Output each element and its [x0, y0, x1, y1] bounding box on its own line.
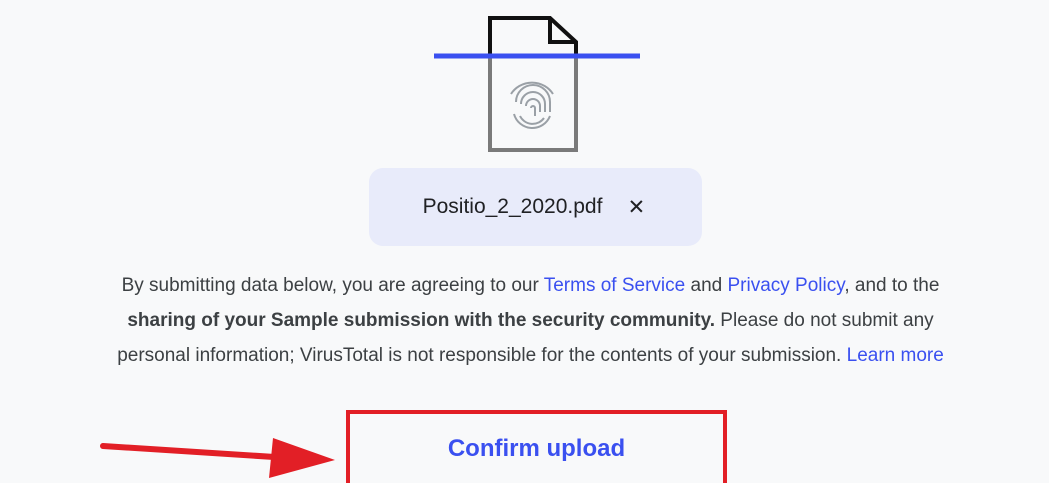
- confirm-upload-button[interactable]: Confirm upload: [350, 414, 723, 483]
- privacy-policy-link[interactable]: Privacy Policy: [727, 275, 844, 296]
- red-arrow-annotation: [100, 438, 335, 478]
- notice-line-3: personal information; VirusTotal is not …: [117, 345, 944, 366]
- terms-of-service-link[interactable]: Terms of Service: [544, 275, 685, 296]
- notice-line-1: By submitting data below, you are agreei…: [121, 275, 940, 296]
- close-icon[interactable]: ✕: [624, 195, 648, 219]
- terms-notice: By submitting data below, you are agreei…: [0, 268, 1049, 373]
- learn-more-link[interactable]: Learn more: [847, 345, 944, 366]
- notice-line-2: sharing of your Sample submission with t…: [127, 310, 934, 331]
- sharing-notice-bold: sharing of your Sample submission with t…: [127, 310, 716, 331]
- file-name: Positio_2_2020.pdf: [422, 195, 603, 218]
- file-fingerprint-icon: [434, 16, 640, 152]
- confirm-highlight-box: Confirm upload: [346, 410, 727, 483]
- selected-file-chip: Positio_2_2020.pdf ✕: [369, 168, 702, 246]
